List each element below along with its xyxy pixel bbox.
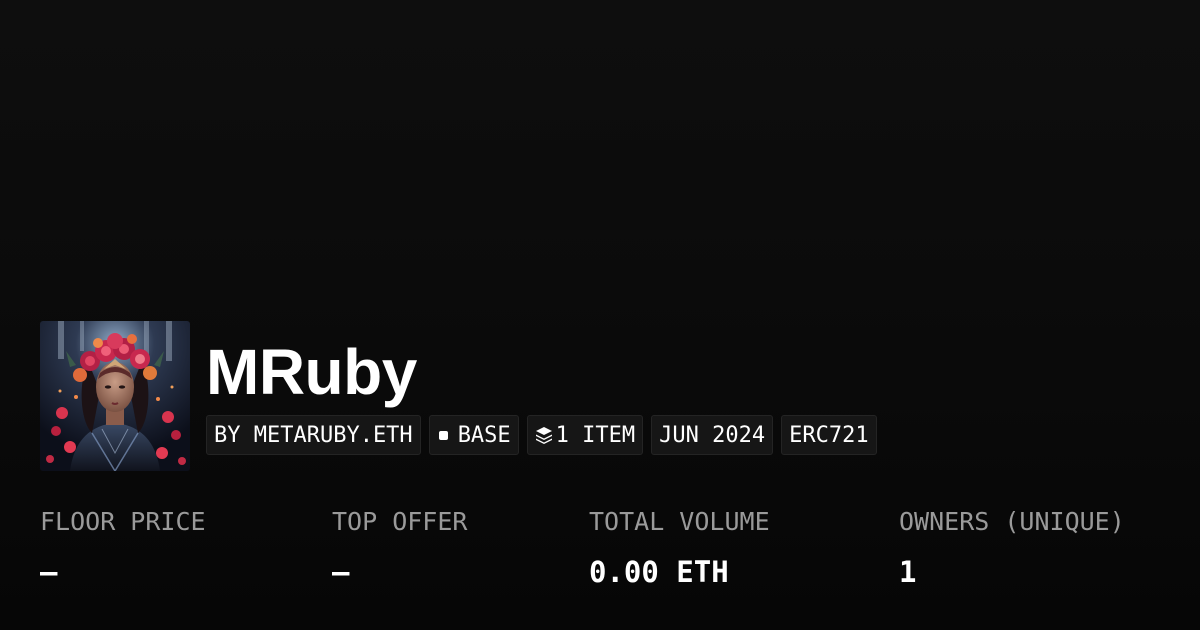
total-volume-value: 0.00 ETH: [589, 555, 729, 589]
items-count-label: 1 ITEM: [555, 422, 636, 448]
floor-price-label: FLOOR PRICE: [40, 507, 206, 536]
chain-chip[interactable]: BASE: [428, 415, 519, 455]
creator-label: BY METARUBY.ETH: [214, 422, 413, 448]
collection-title: MRuby: [206, 336, 417, 408]
standard-label: ERC721: [789, 422, 869, 448]
stat-top-offer: TOP OFFER –: [332, 504, 467, 590]
date-chip: JUN 2024: [651, 415, 774, 455]
total-volume-label: TOTAL VOLUME: [589, 507, 770, 536]
top-offer-value: –: [332, 555, 350, 589]
stat-total-volume: TOTAL VOLUME 0.00 ETH: [589, 504, 770, 590]
collection-portrait-image: [40, 321, 190, 471]
stat-owners: OWNERS (UNIQUE) 1: [899, 504, 1125, 590]
collection-meta-chips: BY METARUBY.ETH BASE 1 ITEM JUN 2024 ERC…: [206, 415, 877, 455]
floor-price-value: –: [40, 555, 58, 589]
standard-chip: ERC721: [781, 415, 877, 455]
layers-icon: [535, 426, 553, 444]
stat-floor-price: FLOOR PRICE –: [40, 504, 206, 590]
date-label: JUN 2024: [659, 422, 766, 448]
creator-chip[interactable]: BY METARUBY.ETH: [206, 415, 421, 455]
owners-label: OWNERS (UNIQUE): [899, 507, 1125, 536]
top-offer-label: TOP OFFER: [332, 507, 468, 536]
square-dot-icon: [438, 430, 448, 440]
chain-label: BASE: [457, 422, 511, 448]
items-chip[interactable]: 1 ITEM: [526, 415, 644, 455]
owners-value: 1: [899, 555, 917, 589]
collection-avatar: [40, 321, 190, 471]
